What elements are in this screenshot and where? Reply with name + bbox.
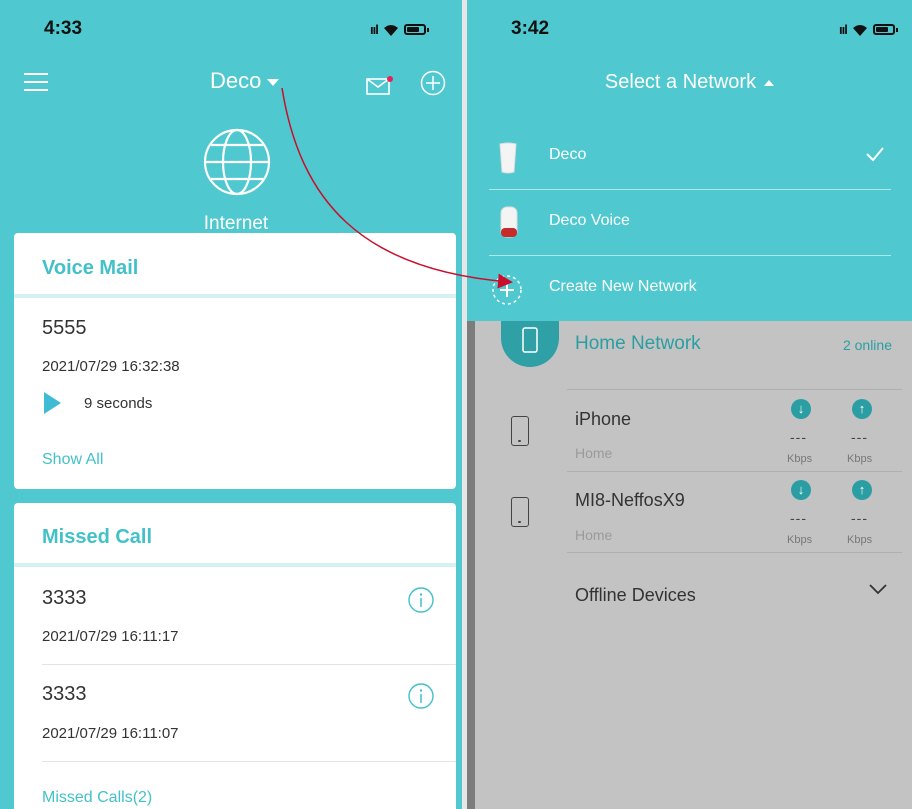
add-circle-icon[interactable]: [420, 70, 446, 96]
rate-unit: Kbps: [787, 534, 813, 546]
network-switcher[interactable]: Deco: [210, 68, 280, 94]
download-icon: ↓: [791, 399, 811, 419]
device-name: iPhone: [575, 409, 632, 429]
upload-rate: ---: [851, 429, 868, 445]
rate-unit: Kbps: [847, 534, 873, 546]
network-item-deco-voice[interactable]: Deco Voice: [489, 190, 891, 256]
online-count: 2 online: [842, 337, 892, 353]
play-icon[interactable]: [44, 392, 61, 414]
status-time: 3:42: [511, 18, 550, 39]
network-item-deco[interactable]: Deco: [489, 124, 891, 190]
add-network-icon: [492, 275, 522, 305]
select-network-label: Select a Network: [604, 71, 757, 93]
info-icon[interactable]: [408, 587, 434, 613]
missed-calls-link[interactable]: Missed Calls(2): [42, 789, 152, 807]
wifi-icon: [852, 24, 867, 36]
divider: [14, 294, 456, 298]
status-icons: ııl: [839, 22, 898, 37]
upload-rate: ---: [851, 510, 868, 526]
deco-device-icon: [499, 142, 517, 174]
download-rate: ---: [790, 510, 807, 526]
select-network-screen: 3:42 ııl Select a Network Deco Deco Voic…: [467, 0, 912, 809]
phone-device-icon: [511, 497, 529, 527]
divider: [42, 664, 456, 665]
divider: [567, 552, 902, 553]
dimmed-background: Home Network 2 online iPhone Home ↓ ↑ --…: [467, 321, 912, 809]
caret-up-icon: [764, 79, 775, 86]
network-label: Deco Voice: [549, 212, 630, 229]
download-rate: ---: [790, 429, 807, 445]
rate-unit: Kbps: [787, 453, 813, 465]
download-icon: ↓: [791, 480, 811, 500]
status-icons: ııl: [370, 22, 429, 37]
upload-icon: ↑: [852, 480, 872, 500]
home-network-avatar: [501, 321, 559, 367]
phone-icon: [522, 327, 538, 353]
mail-icon[interactable]: [366, 76, 394, 96]
device-location: Home: [575, 445, 613, 461]
home-network-label: Home Network: [575, 333, 701, 354]
select-network-title[interactable]: Select a Network: [467, 71, 912, 94]
upload-icon: ↑: [852, 399, 872, 419]
phone-device-icon: [511, 416, 529, 446]
missed-call-number: 3333: [42, 587, 87, 609]
offline-devices-label[interactable]: Offline Devices: [575, 585, 696, 606]
battery-icon: [403, 24, 429, 35]
show-all-link[interactable]: Show All: [42, 451, 103, 469]
missed-call-card: Missed Call 3333 2021/07/29 16:11:17 333…: [14, 503, 456, 809]
voicemail-title: Voice Mail: [42, 257, 139, 279]
divider: [567, 389, 902, 390]
voicemail-number: 5555: [42, 317, 87, 339]
menu-icon[interactable]: [24, 73, 48, 97]
chevron-down-icon[interactable]: [868, 583, 888, 595]
missed-call-datetime: 2021/07/29 16:11:07: [42, 725, 179, 742]
network-item-create-new[interactable]: Create New Network: [489, 256, 891, 322]
caret-down-icon: [267, 78, 280, 86]
deco-voice-device-icon: [500, 206, 518, 238]
device-location: Home: [575, 527, 613, 543]
battery-icon: [872, 24, 898, 35]
globe-icon: [203, 128, 271, 196]
voicemail-datetime: 2021/07/29 16:32:38: [42, 358, 180, 375]
voicemail-card: Voice Mail 5555 2021/07/29 16:32:38 9 se…: [14, 233, 456, 489]
missed-call-number: 3333: [42, 683, 87, 705]
divider: [14, 563, 456, 567]
signal-icon: ııl: [370, 22, 379, 37]
info-icon[interactable]: [408, 683, 434, 709]
deco-home-screen: 4:33 ııl Deco Internet Voice Mail 5555 2…: [0, 0, 462, 809]
voicemail-duration: 9 seconds: [84, 395, 153, 412]
missed-call-title: Missed Call: [42, 526, 153, 548]
wifi-icon: [383, 24, 398, 36]
network-title: Deco: [210, 68, 262, 93]
dim-edge: [467, 321, 475, 809]
network-label: Deco: [549, 146, 587, 163]
missed-call-datetime: 2021/07/29 16:11:17: [42, 628, 179, 645]
internet-label: Internet: [203, 213, 269, 234]
check-icon: [866, 147, 884, 162]
signal-icon: ııl: [839, 22, 848, 37]
divider: [42, 761, 456, 762]
network-label: Create New Network: [549, 278, 697, 295]
device-name: MI8-NeffosX9: [575, 490, 685, 510]
divider: [567, 471, 902, 472]
rate-unit: Kbps: [847, 453, 873, 465]
status-time: 4:33: [44, 18, 83, 39]
